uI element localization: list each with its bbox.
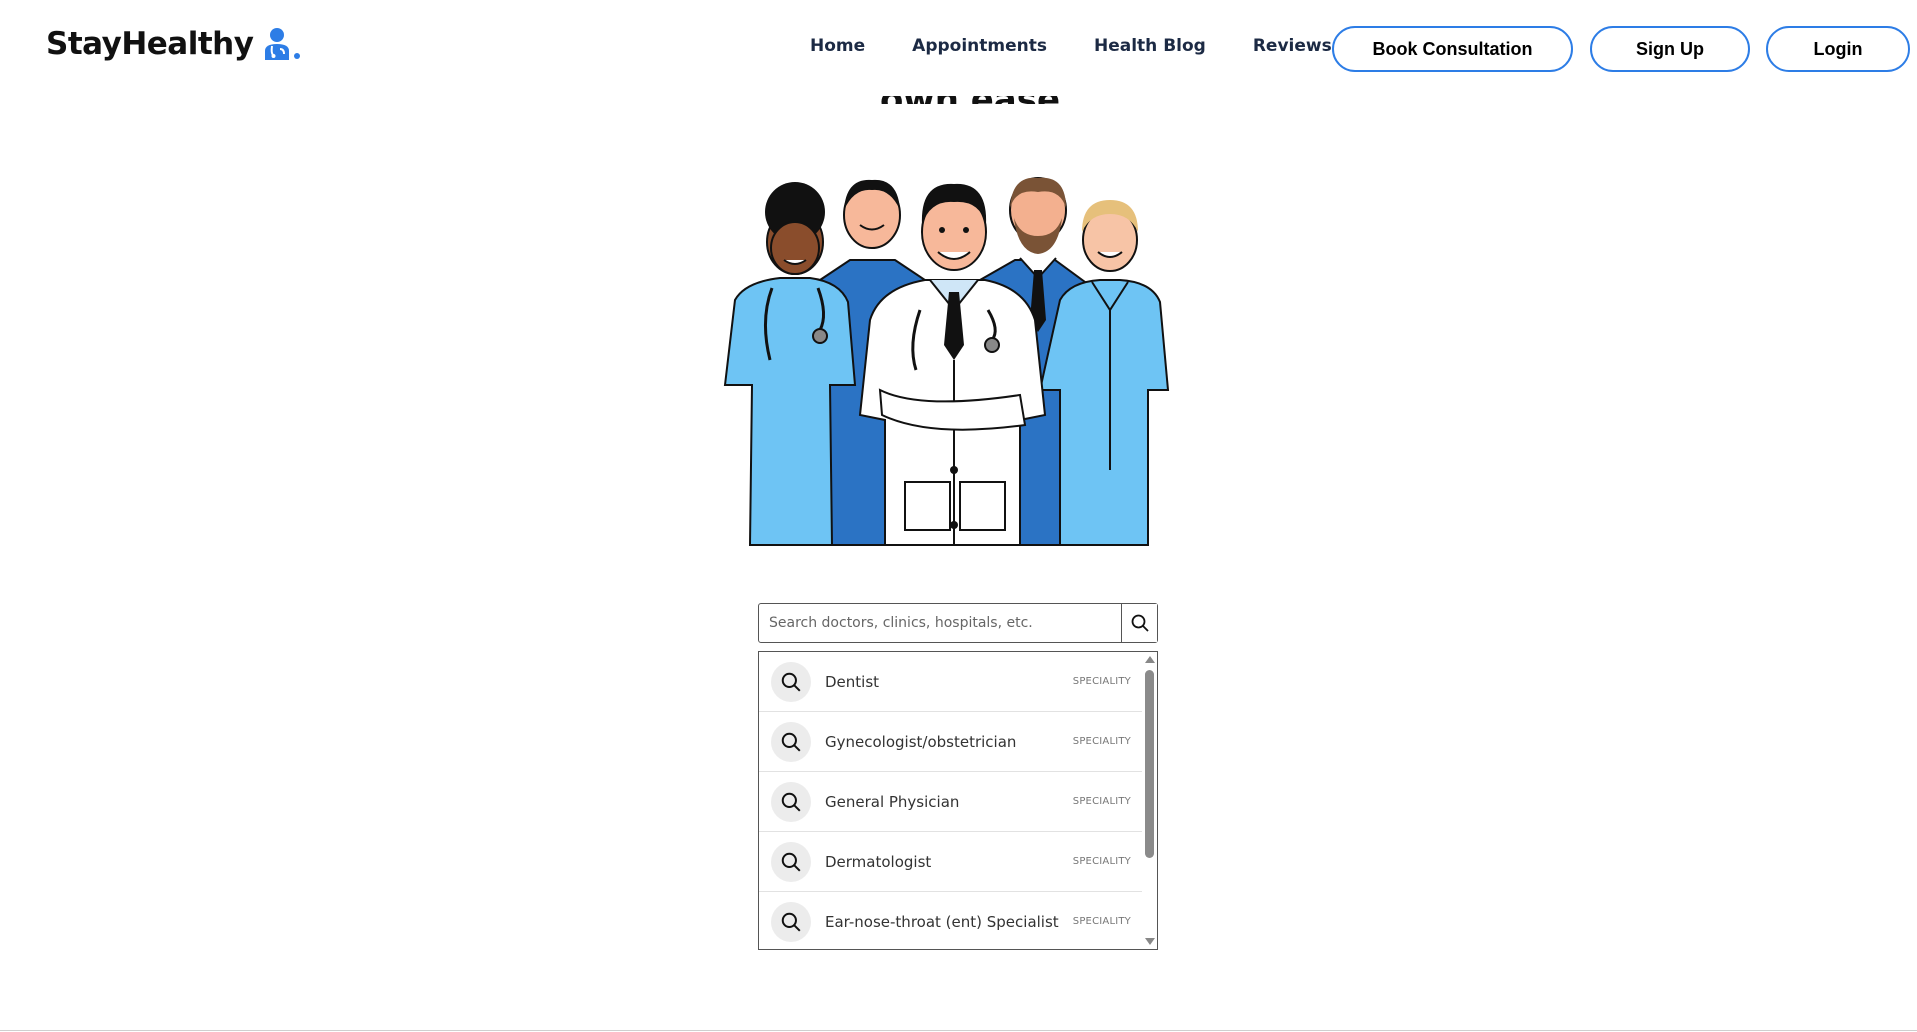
search-icon xyxy=(771,841,811,882)
search-icon xyxy=(771,901,811,942)
scroll-up-arrow-icon[interactable] xyxy=(1145,656,1155,663)
scroll-down-arrow-icon[interactable] xyxy=(1145,938,1155,945)
nav-home-link[interactable]: Home xyxy=(810,36,865,56)
search-icon xyxy=(1131,614,1149,632)
suggestion-name: Dermatologist xyxy=(825,852,932,871)
search-suggestions-dropdown: Dentist SPECIALITY Gynecologist/obstetri… xyxy=(758,651,1158,950)
suggestion-tag: SPECIALITY xyxy=(1072,856,1131,867)
book-consultation-button[interactable]: Book Consultation xyxy=(1332,26,1573,72)
sign-up-button[interactable]: Sign Up xyxy=(1590,26,1750,72)
suggestion-name: Ear-nose-throat (ent) Specialist xyxy=(825,912,1059,931)
search-bar xyxy=(758,603,1158,643)
dropdown-scrollbar[interactable] xyxy=(1142,652,1157,949)
suggestion-tag: SPECIALITY xyxy=(1072,736,1131,747)
nav-appointments-link[interactable]: Appointments xyxy=(912,36,1047,56)
navbar: StayHealthy Home Appointments Health Blo… xyxy=(0,0,1917,96)
suggestion-name: General Physician xyxy=(825,792,960,811)
suggestion-item[interactable]: Dermatologist SPECIALITY xyxy=(759,832,1143,892)
search-icon xyxy=(771,781,811,822)
nav-reviews-link[interactable]: Reviews xyxy=(1253,36,1332,56)
nav-links: Home Appointments Health Blog Reviews xyxy=(810,36,1379,56)
suggestion-name: Gynecologist/obstetrician xyxy=(825,732,1017,751)
nurse-right xyxy=(1038,200,1170,546)
search-icon xyxy=(771,661,811,702)
suggestion-item[interactable]: Dentist SPECIALITY xyxy=(759,652,1143,712)
suggestion-item[interactable]: Ear-nose-throat (ent) Specialist SPECIAL… xyxy=(759,892,1143,949)
suggestion-list: Dentist SPECIALITY Gynecologist/obstetri… xyxy=(759,652,1143,949)
suggestion-tag: SPECIALITY xyxy=(1072,916,1131,927)
search-input[interactable] xyxy=(759,604,1121,642)
suggestion-item[interactable]: Gynecologist/obstetrician SPECIALITY xyxy=(759,712,1143,772)
scrollbar-thumb[interactable] xyxy=(1145,670,1154,858)
brand[interactable]: StayHealthy xyxy=(46,26,301,62)
brand-name: StayHealthy xyxy=(46,26,254,62)
doctor-logo-icon xyxy=(265,28,301,60)
suggestion-name: Dentist xyxy=(825,672,880,691)
nav-health-blog-link[interactable]: Health Blog xyxy=(1094,36,1206,56)
suggestion-tag: SPECIALITY xyxy=(1072,676,1131,687)
login-button[interactable]: Login xyxy=(1766,26,1910,72)
search-icon xyxy=(771,721,811,762)
suggestion-item[interactable]: General Physician SPECIALITY xyxy=(759,772,1143,832)
medical-team-illustration xyxy=(723,177,1170,546)
search-button[interactable] xyxy=(1121,604,1157,642)
suggestion-tag: SPECIALITY xyxy=(1072,796,1131,807)
page-divider xyxy=(0,1030,1917,1031)
